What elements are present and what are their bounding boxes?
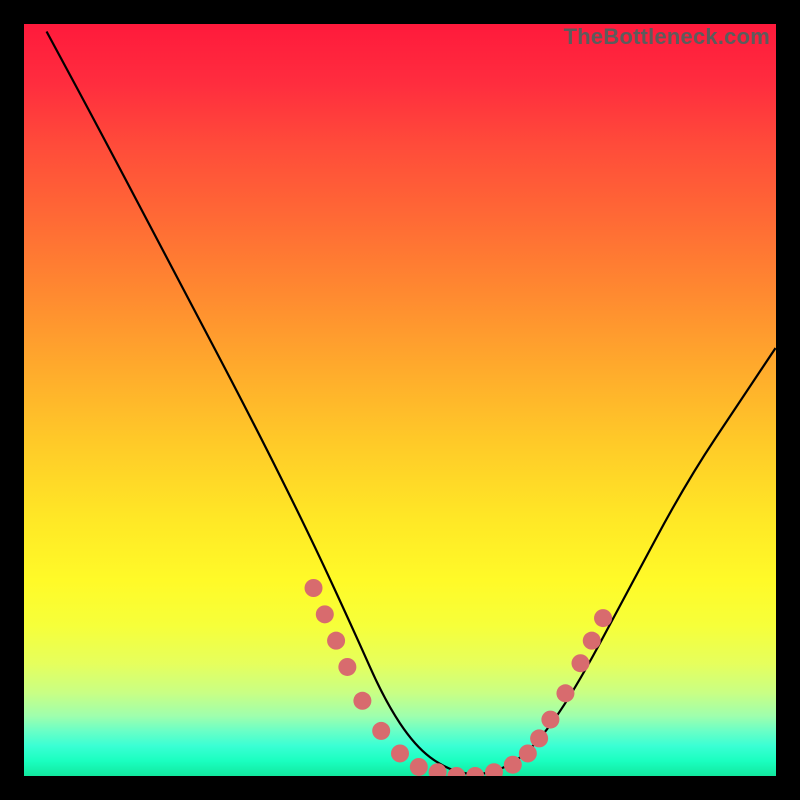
data-point xyxy=(594,609,612,627)
bottleneck-curve xyxy=(47,32,776,775)
data-point xyxy=(316,605,334,623)
data-point xyxy=(466,767,484,776)
data-point xyxy=(556,684,574,702)
data-points-group xyxy=(305,579,613,776)
data-point xyxy=(583,632,601,650)
data-point xyxy=(327,632,345,650)
data-point xyxy=(530,729,548,747)
chart-svg xyxy=(24,24,776,776)
data-point xyxy=(571,654,589,672)
data-point xyxy=(391,744,409,762)
data-point xyxy=(338,658,356,676)
data-point xyxy=(541,711,559,729)
data-point xyxy=(372,722,390,740)
plot-area: TheBottleneck.com xyxy=(24,24,776,776)
data-point xyxy=(305,579,323,597)
data-point xyxy=(504,756,522,774)
data-point xyxy=(410,758,428,776)
chart-frame: TheBottleneck.com xyxy=(0,0,800,800)
data-point xyxy=(519,744,537,762)
data-point xyxy=(353,692,371,710)
data-point xyxy=(485,763,503,776)
